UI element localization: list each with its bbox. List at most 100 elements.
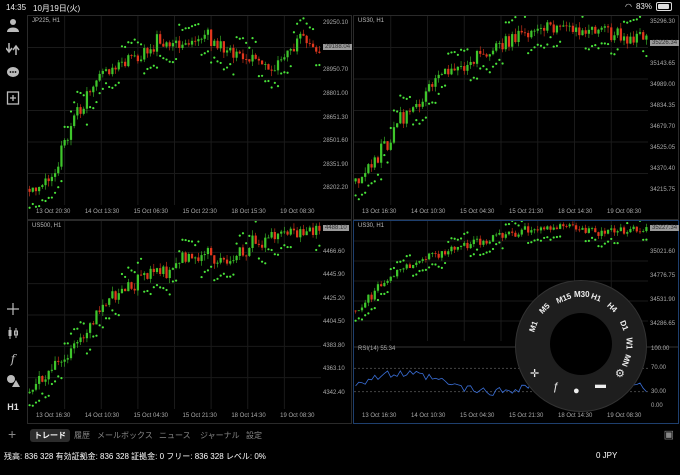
candle: [600, 230, 603, 236]
sar-dot: [530, 241, 533, 244]
candle: [130, 55, 133, 56]
wheel-timeframe-m30[interactable]: M30: [574, 290, 590, 299]
candle: [114, 291, 117, 300]
candle: [380, 143, 383, 163]
sar-dot: [213, 56, 216, 59]
sar-dot: [69, 332, 73, 335]
trade-arrows-icon[interactable]: [4, 42, 22, 60]
chart-us500[interactable]: US500, H1 4488.10 4466.60 4445.90 4425.20 44…: [27, 220, 352, 424]
sar-dot: [117, 314, 120, 317]
candle: [133, 55, 136, 57]
time-tick: 13 Oct 20:30: [36, 209, 71, 215]
sar-dot: [34, 401, 38, 404]
candle: [517, 30, 520, 43]
current-price-tag: 4488.10: [323, 225, 349, 232]
layout-icon[interactable]: ▣: [664, 428, 674, 441]
time-tick: 15 Oct 04:30: [460, 413, 495, 419]
candle: [308, 43, 311, 44]
chat-icon[interactable]: [4, 66, 22, 84]
sar-dot: [38, 204, 41, 208]
candle: [50, 176, 54, 182]
objects-icon[interactable]: [4, 374, 22, 392]
wheel-chart-type-icon[interactable]: ▬: [595, 379, 606, 391]
wheel-timeframe-w1[interactable]: W1: [625, 338, 634, 350]
tab-settings[interactable]: 設定: [242, 429, 266, 442]
sar-dot: [507, 21, 511, 24]
quick-access-wheel[interactable]: M1 M5 M15 M30 H1 H4 D1 W1 MN ✛ ƒ ● ▬ ⚙: [516, 281, 646, 411]
tab-history[interactable]: 履歴: [70, 429, 94, 442]
candle: [364, 173, 367, 177]
price-tick: 4425.20: [323, 295, 345, 302]
candle: [527, 226, 530, 233]
wheel-crosshair-icon[interactable]: ✛: [530, 367, 539, 380]
candle: [241, 53, 245, 60]
tab-news[interactable]: ニュース: [155, 429, 195, 442]
candle: [610, 27, 613, 41]
time-tick: 18 Oct 15:30: [231, 209, 266, 215]
chart-us30[interactable]: US30, H1 35296.30 35226.34 35143.65 34989.0…: [353, 15, 680, 220]
candle: [238, 247, 241, 256]
sar-dot: [463, 232, 466, 235]
candle: [136, 55, 139, 62]
sar-dot: [178, 250, 181, 253]
candle: [44, 178, 47, 186]
candle: [184, 252, 187, 262]
wheel-settings-icon[interactable]: ⚙: [615, 367, 625, 380]
wheel-timeframe-d1[interactable]: D1: [618, 319, 630, 332]
price-tick: 4342.40: [323, 389, 345, 396]
sar-dot: [431, 263, 434, 266]
candle: [85, 332, 89, 339]
candle: [421, 101, 424, 107]
add-icon[interactable]: +: [8, 426, 16, 442]
tab-mailbox[interactable]: メールボックス: [93, 429, 157, 442]
status-bar: 14:35 10月19日(火) ◠ 83%: [0, 0, 680, 14]
sar-dot: [57, 375, 60, 378]
sar-dot: [108, 85, 111, 89]
candle: [181, 252, 184, 263]
wheel-timeframe-h4[interactable]: H4: [606, 301, 620, 315]
wheel-timeframe-m5[interactable]: M5: [538, 302, 552, 316]
candle: [216, 40, 219, 49]
chart-jp225[interactable]: JP225, H1 29250.10 29188.04 28950.70 28801.…: [27, 15, 353, 220]
candle: [475, 238, 479, 240]
candle: [299, 33, 302, 39]
candle: [638, 32, 642, 34]
chart-type-icon[interactable]: [4, 326, 22, 344]
wheel-timeframe-m1[interactable]: M1: [527, 320, 539, 334]
candle: [396, 269, 399, 277]
sar-dot: [203, 270, 206, 273]
candle: [181, 44, 184, 48]
indicators-icon[interactable]: f: [4, 350, 22, 368]
account-balance-line: 残高: 836 328 有効証拠金: 836 328 証拠金: 0 フリー: 8…: [4, 452, 266, 461]
timeframe-h1-label[interactable]: H1: [4, 398, 22, 416]
candle: [590, 228, 594, 229]
new-order-icon[interactable]: [4, 91, 22, 109]
candle: [578, 27, 581, 36]
sar-dot: [120, 45, 124, 48]
candle: [495, 234, 498, 236]
crosshair-icon[interactable]: [4, 302, 22, 320]
tab-trade[interactable]: トレード: [30, 429, 70, 442]
candle: [421, 259, 424, 261]
sar-dot: [418, 269, 421, 273]
sar-dot: [318, 244, 321, 247]
wheel-timeframe-mn[interactable]: MN: [620, 353, 633, 368]
candle: [41, 375, 44, 382]
wheel-timeframe-m15[interactable]: M15: [555, 291, 573, 305]
tab-journal[interactable]: ジャーナル: [196, 429, 244, 442]
wheel-indicators-icon[interactable]: ƒ: [553, 381, 559, 393]
wheel-objects-icon[interactable]: ●: [573, 385, 580, 397]
date: 10月19日(火): [33, 4, 81, 13]
candle: [171, 43, 175, 47]
account-icon[interactable]: [4, 18, 22, 36]
sar-dot: [616, 242, 619, 245]
sar-dot: [514, 222, 517, 225]
candle: [34, 187, 38, 192]
candle: [367, 164, 370, 174]
candle: [311, 43, 315, 48]
wheel-timeframe-h1[interactable]: H1: [590, 291, 603, 303]
candle: [370, 164, 373, 168]
candle: [530, 30, 533, 38]
sar-dot: [257, 75, 260, 78]
sar-dot: [590, 45, 594, 48]
